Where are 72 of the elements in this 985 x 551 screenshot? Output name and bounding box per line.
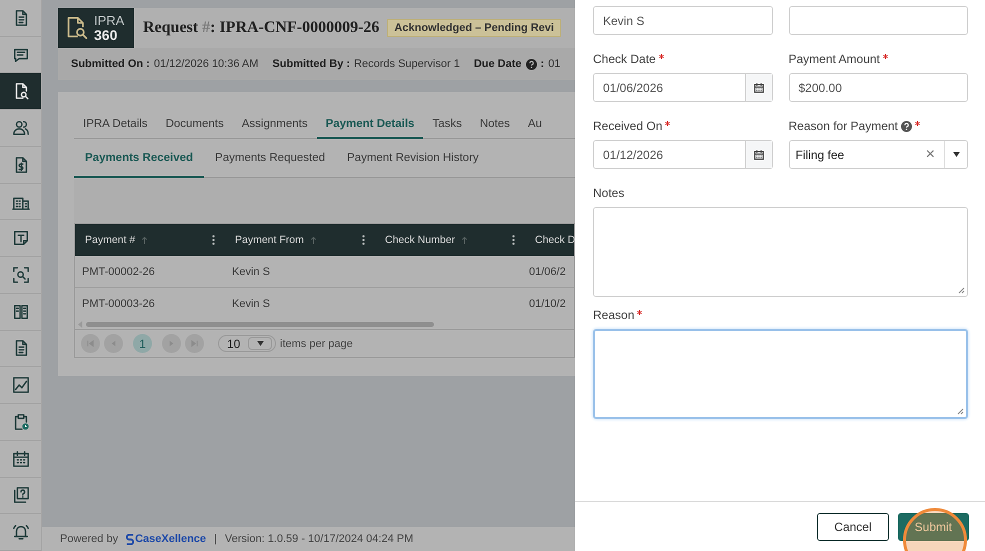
sub-tab[interactable]: Payments Requested: [204, 139, 336, 178]
table-cell: 01/06/2: [529, 266, 566, 278]
table-cell: Kevin S: [232, 298, 270, 310]
column-header[interactable]: Payment From: [235, 234, 304, 246]
brand-name: CaseXellence: [135, 533, 206, 545]
chart-icon: [12, 376, 30, 394]
input-field[interactable]: Kevin S: [593, 6, 772, 35]
resize-handle-icon[interactable]: [956, 407, 964, 415]
items-per-page-label: items per page: [280, 338, 353, 350]
column-header[interactable]: Payment #: [85, 234, 136, 246]
meta-label: Submitted On :: [71, 58, 150, 70]
document-search-icon: [66, 16, 88, 40]
people-icon: [12, 119, 30, 138]
menu-icon[interactable]: [512, 234, 515, 246]
sub-tab[interactable]: Payment Revision History: [336, 139, 490, 178]
book-icon: [12, 302, 30, 321]
field-label: Reason: [593, 308, 634, 322]
request-title: Request #: IPRA-CNF-0000009-26: [143, 19, 380, 37]
tab[interactable]: Documents: [156, 110, 233, 139]
version-text: Version: 1.0.59 - 10/17/2024 04:24 PM: [224, 533, 414, 545]
select-field[interactable]: Filing fee ×: [788, 140, 968, 169]
field-label: Notes: [593, 186, 624, 200]
meta-colon: :: [540, 58, 544, 70]
meta-value: 01/12/2026 10:36 AM: [154, 58, 258, 70]
input-field[interactable]: $200.00: [788, 73, 968, 102]
resize-handle-icon[interactable]: [957, 286, 965, 294]
caret-icon: [256, 341, 264, 346]
page-button[interactable]: 1: [133, 334, 152, 353]
brand-icon: [126, 534, 134, 544]
date-field[interactable]: 01/12/2026: [593, 140, 772, 169]
table-cell: PMT-00002-26: [82, 266, 155, 278]
field-label: Received On: [593, 119, 662, 133]
logo-text: IPRA: [94, 14, 124, 28]
meta-label: Due Date: [474, 58, 522, 70]
separator-text: |: [214, 533, 217, 545]
scrollbar-thumb[interactable]: [86, 322, 434, 326]
input-field[interactable]: [788, 6, 968, 35]
table-cell: 01/10/2: [529, 298, 566, 310]
tab[interactable]: Notes: [470, 110, 519, 139]
calendar-icon[interactable]: [752, 82, 764, 94]
table-cell: PMT-00003-26: [82, 298, 155, 310]
logo-number: 360: [94, 28, 118, 42]
calendar-icon[interactable]: [752, 148, 764, 160]
meta-value: Records Supervisor 1: [354, 58, 460, 70]
sidebar-item[interactable]: [0, 73, 41, 110]
tab[interactable]: IPRA Details: [74, 110, 157, 139]
menu-icon[interactable]: [212, 234, 215, 246]
field-label: Check Date: [593, 52, 656, 66]
bell-icon: [12, 523, 30, 542]
date-field[interactable]: 01/06/2026: [593, 73, 772, 102]
column-header[interactable]: Check Number: [385, 234, 456, 246]
note-icon: [12, 229, 30, 248]
tab[interactable]: Payment Details: [316, 110, 424, 139]
cancel-button[interactable]: Cancel: [817, 512, 889, 540]
table-cell: Kevin S: [232, 266, 270, 278]
clear-button[interactable]: ×: [916, 146, 944, 164]
powered-by-text: Powered by: [60, 533, 118, 545]
tab[interactable]: Au: [518, 110, 551, 139]
menu-icon[interactable]: [362, 234, 365, 246]
page-size-select[interactable]: 10: [218, 335, 276, 352]
field-label: Payment Amount: [788, 52, 880, 66]
scan-search-icon: [12, 266, 30, 284]
calendar-icon: [12, 450, 30, 468]
field-label: Reason for Payment: [788, 119, 898, 133]
status-badge: Acknowledged – Pending Revi: [387, 19, 561, 37]
tab[interactable]: Assignments: [232, 110, 317, 139]
submit-button[interactable]: Submit: [898, 512, 969, 540]
help-copy-icon: [12, 486, 30, 504]
meta-value: 01: [548, 58, 560, 70]
tab[interactable]: Tasks: [423, 110, 471, 139]
meta-label: Submitted By :: [272, 58, 350, 70]
caret-icon[interactable]: [952, 152, 960, 157]
